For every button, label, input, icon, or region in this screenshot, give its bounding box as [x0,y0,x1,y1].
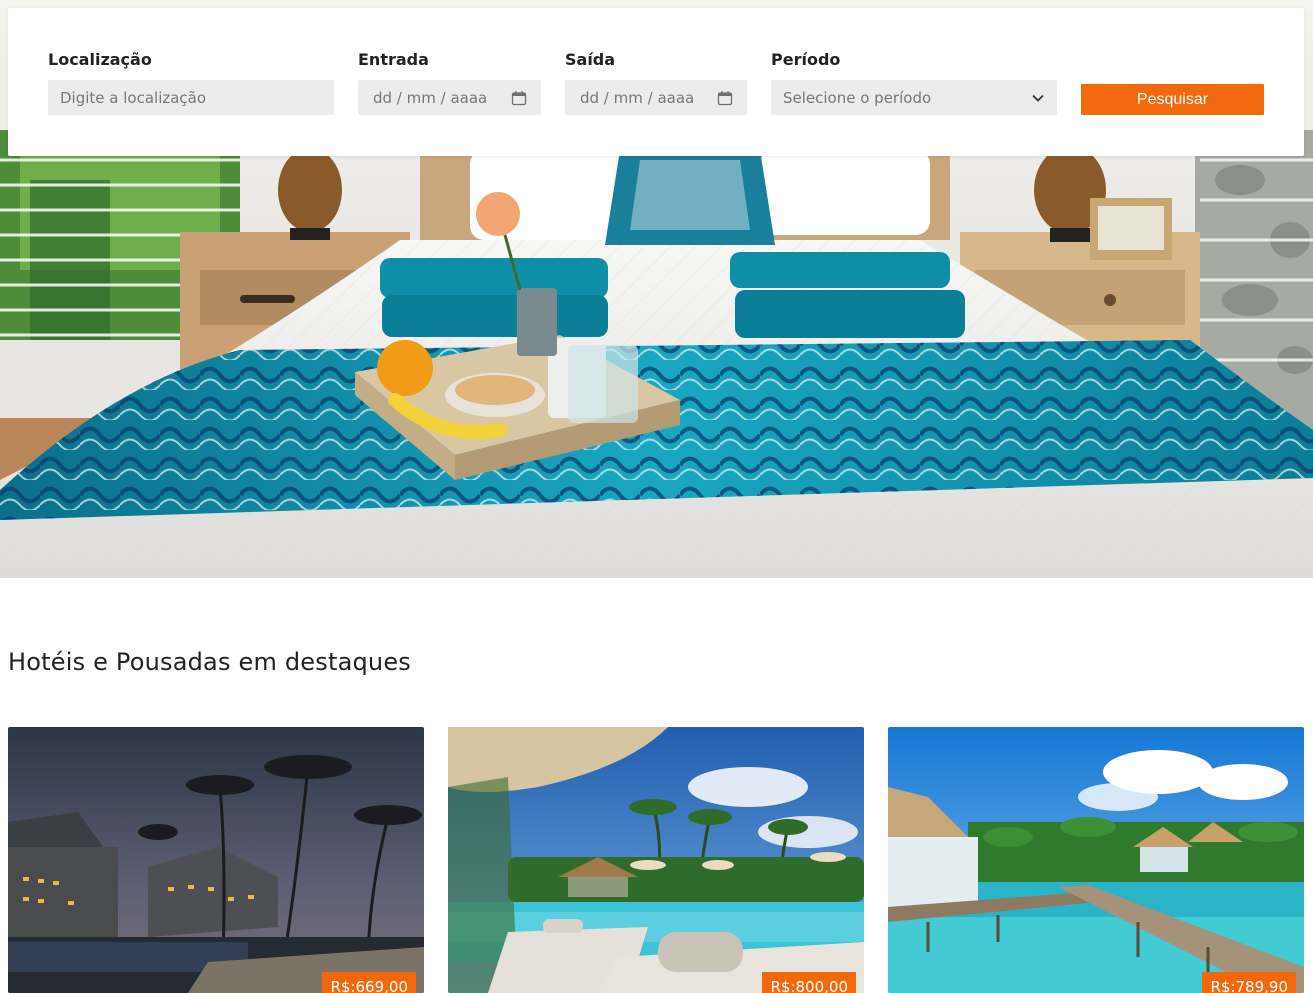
hotel-photo [448,727,864,993]
location-label: Localização [48,50,152,69]
checkin-placeholder: dd / mm / aaaa [373,88,488,107]
search-button[interactable]: Pesquisar [1081,84,1264,115]
location-placeholder: Digite a localização [60,88,207,107]
hotel-photo [8,727,424,993]
checkin-label: Entrada [358,50,429,69]
period-label: Período [771,50,841,69]
checkout-placeholder: dd / mm / aaaa [580,88,695,107]
calendar-icon[interactable] [717,90,733,106]
chevron-down-icon [1031,91,1045,105]
price-badge: R$:789,90 [1202,972,1296,993]
hotel-card[interactable]: R$:669,00 [8,727,424,993]
hotel-photo [888,727,1304,993]
period-selected-value: Selecione o período [783,88,932,107]
price-badge: R$:800,00 [762,972,856,993]
hotel-card[interactable]: R$:800,00 [448,727,864,993]
price-badge: R$:669,00 [322,972,416,993]
search-panel: Localização Digite a localização Entrada… [8,8,1304,156]
location-input[interactable]: Digite a localização [48,80,334,115]
calendar-icon[interactable] [511,90,527,106]
hotel-card[interactable]: R$:789,90 [888,727,1304,993]
section-title: Hotéis e Pousadas em destaques [8,648,412,676]
checkout-label: Saída [565,50,616,69]
checkin-date-input[interactable]: dd / mm / aaaa [358,80,541,115]
period-select[interactable]: Selecione o período [771,80,1057,115]
checkout-date-input[interactable]: dd / mm / aaaa [565,80,747,115]
